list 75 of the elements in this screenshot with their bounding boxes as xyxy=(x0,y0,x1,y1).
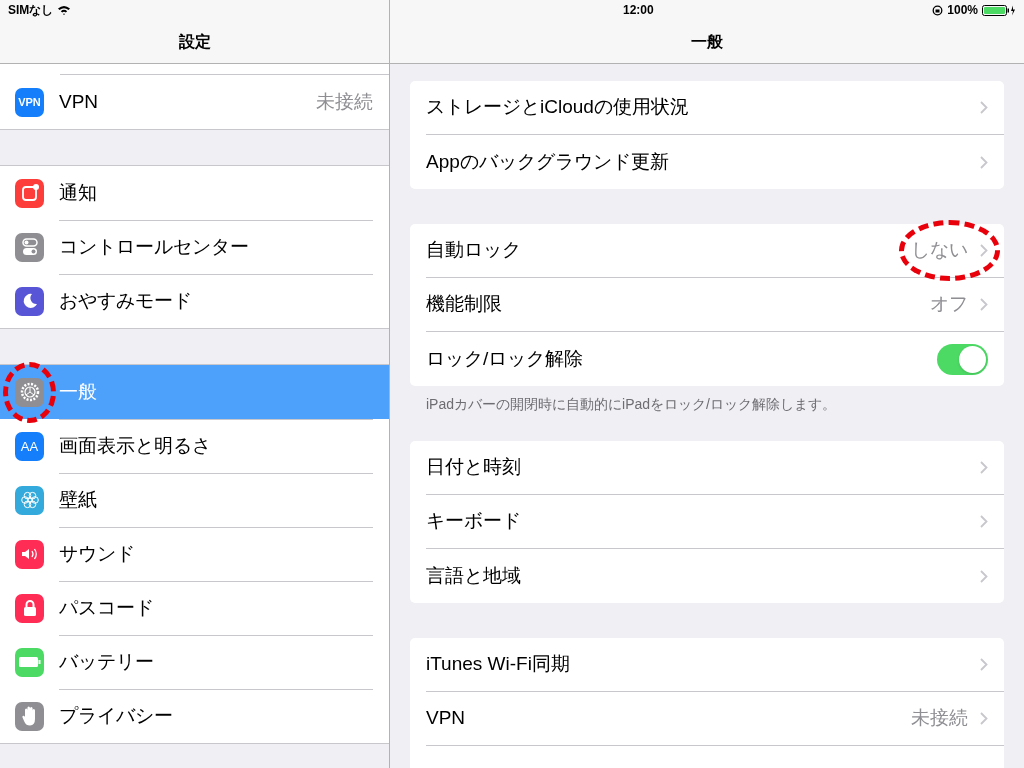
page-title: 一般 xyxy=(691,31,723,52)
item-label: サウンド xyxy=(59,541,135,566)
settings-item[interactable]: おやすみモード xyxy=(0,274,389,328)
settings-item[interactable]: プライバシー xyxy=(0,689,389,743)
row-label: iTunes Wi-Fi同期 xyxy=(426,652,570,677)
speaker-icon xyxy=(15,539,44,569)
row-label: 機能制限 xyxy=(426,292,502,317)
row-label: Appのバックグラウンド更新 xyxy=(426,149,669,174)
item-label: 画面表示と明るさ xyxy=(59,433,211,458)
settings-row[interactable]: iTunes Wi-Fi同期 xyxy=(426,638,1004,692)
moon-icon xyxy=(15,286,44,316)
row-label: キーボード xyxy=(426,509,521,534)
chevron-icon xyxy=(980,101,988,114)
battery-icon xyxy=(15,647,44,677)
item-label: パスコード xyxy=(59,595,154,620)
chevron-icon xyxy=(980,569,988,583)
item-value: 未接続 xyxy=(316,89,373,114)
settings-row[interactable]: 自動ロック しない xyxy=(426,224,1004,278)
settings-item[interactable]: パスコード xyxy=(0,581,389,635)
time-label: 12:00 xyxy=(623,2,654,19)
annotation-ellipse xyxy=(3,361,56,423)
wifi-icon xyxy=(57,5,72,15)
chevron-icon xyxy=(980,298,988,311)
hand-icon xyxy=(15,701,44,731)
carrier-label: SIMなし xyxy=(8,2,54,19)
settings-row[interactable]: キーボード xyxy=(426,495,1004,549)
footer-note: iPadカバーの開閉時に自動的にiPadをロック/ロック解除します。 xyxy=(425,395,837,414)
item-label: VPN xyxy=(59,89,99,114)
lock-icon xyxy=(15,593,44,623)
row-label: 自動ロック xyxy=(426,238,521,263)
settings-row[interactable]: Appのバックグラウンド更新 xyxy=(426,135,1004,189)
settings-item[interactable]: バッテリー xyxy=(0,635,389,689)
item-label: プライバシー xyxy=(59,703,173,728)
row-value: オフ xyxy=(930,292,968,317)
battery-percentage: 100% xyxy=(947,2,978,19)
item-label: 一般 xyxy=(59,379,97,404)
item-label: バッテリー xyxy=(59,649,154,674)
chevron-icon xyxy=(980,155,988,169)
sidebar-title: 設定 xyxy=(178,31,211,52)
item-label: コントロールセンター xyxy=(59,234,249,259)
chevron-icon xyxy=(980,712,988,725)
notification-icon xyxy=(15,178,44,208)
battery-charging-icon xyxy=(982,4,1016,16)
settings-row[interactable]: ストレージとiCloudの使用状況 xyxy=(426,81,1004,135)
chevron-icon xyxy=(980,658,988,671)
toggle-switch[interactable] xyxy=(937,343,988,375)
rotation-lock-icon xyxy=(932,4,944,16)
settings-row[interactable]: 日付と時刻 xyxy=(426,441,1004,495)
item-label: おやすみモード xyxy=(59,288,192,313)
settings-item[interactable]: 壁紙 xyxy=(0,473,389,527)
settings-item[interactable]: VPN VPN 未接続 xyxy=(0,75,389,129)
row-value: 未接続 xyxy=(911,706,968,731)
text-size-icon: AA xyxy=(15,431,44,461)
switches-icon xyxy=(15,232,44,262)
flower-icon xyxy=(15,485,44,515)
row-label: VPN xyxy=(426,706,466,731)
settings-row[interactable]: 機能制限 オフ xyxy=(426,278,1004,332)
chevron-icon xyxy=(980,461,988,474)
vpn-icon: VPN xyxy=(15,87,44,117)
row-label: ロック/ロック解除 xyxy=(426,346,584,371)
row-label: 日付と時刻 xyxy=(426,455,521,480)
settings-item[interactable]: AA 画面表示と明るさ xyxy=(0,419,389,473)
settings-icon xyxy=(15,377,44,407)
settings-item[interactable]: 通知 xyxy=(0,166,389,220)
row-label: ストレージとiCloudの使用状況 xyxy=(426,95,689,120)
chevron-icon xyxy=(980,244,988,257)
row-value: しない xyxy=(911,238,968,263)
row-label: 言語と地域 xyxy=(426,563,521,588)
settings-item[interactable]: サウンド xyxy=(0,527,389,581)
item-label: 壁紙 xyxy=(59,487,97,512)
item-label: 通知 xyxy=(59,180,97,205)
settings-item[interactable]: コントロールセンター xyxy=(0,220,389,274)
settings-row[interactable]: 言語と地域 xyxy=(426,549,1004,603)
chevron-icon xyxy=(980,515,988,528)
settings-row[interactable]: VPN 未接続 xyxy=(426,692,1004,746)
